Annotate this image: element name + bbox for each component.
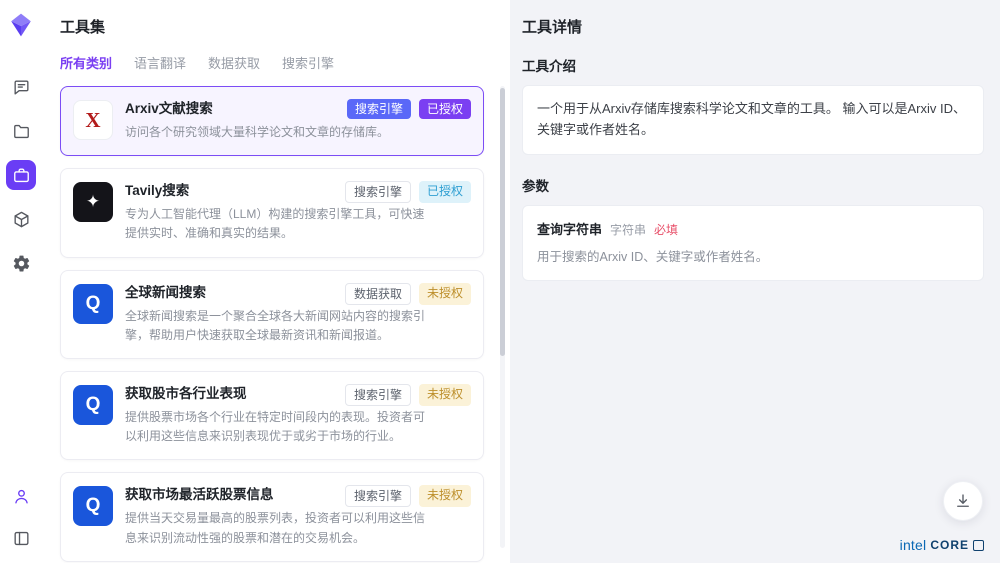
core-wordmark: CORE bbox=[930, 538, 969, 552]
tab-search-engine[interactable]: 搜索引擎 bbox=[282, 53, 334, 72]
tool-card-tavily[interactable]: ✦ Tavily搜索 专为人工智能代理（LLM）构建的搜索引擎工具，可快速提供实… bbox=[60, 168, 484, 257]
sidebar-nav bbox=[6, 72, 36, 278]
category-badge: 搜索引擎 bbox=[345, 384, 411, 406]
tool-description: 访问各个研究领域大量科学论文和文章的存储库。 bbox=[125, 123, 425, 142]
sidebar-item-packages[interactable] bbox=[6, 204, 36, 234]
gear-icon bbox=[12, 254, 31, 273]
folder-icon bbox=[12, 122, 31, 141]
sidebar-item-account[interactable] bbox=[6, 481, 36, 511]
q-glyph: Q bbox=[86, 293, 101, 315]
category-badge: 搜索引擎 bbox=[345, 181, 411, 203]
tool-badges: 搜索引擎 未授权 bbox=[345, 485, 471, 507]
sidebar-rail bbox=[0, 0, 42, 563]
intro-heading: 工具介绍 bbox=[522, 55, 984, 75]
active-stocks-logo-icon: Q bbox=[73, 486, 113, 526]
core-badge-box bbox=[973, 540, 984, 551]
tool-description: 全球新闻搜索是一个聚合全球各大新闻网站内容的搜索引擎，帮助用户快速获取全球最新资… bbox=[125, 307, 425, 345]
sidebar-item-files[interactable] bbox=[6, 116, 36, 146]
param-required-flag: 必填 bbox=[654, 221, 678, 238]
tool-badges: 搜索引擎 已授权 bbox=[347, 99, 471, 119]
sidebar-item-collapse[interactable] bbox=[6, 523, 36, 553]
intel-wordmark: intel bbox=[900, 537, 927, 553]
category-badge: 搜索引擎 bbox=[345, 485, 411, 507]
sidebar-item-chat[interactable] bbox=[6, 72, 36, 102]
details-title: 工具详情 bbox=[522, 16, 984, 37]
arxiv-logo-icon: X bbox=[73, 100, 113, 140]
tab-all-categories[interactable]: 所有类别 bbox=[60, 53, 112, 72]
global-news-logo-icon: Q bbox=[73, 284, 113, 324]
q-glyph: Q bbox=[86, 394, 101, 416]
tool-description: 提供当天交易量最高的股票列表，投资者可以利用这些信息来识别流动性强的股票和潜在的… bbox=[125, 509, 425, 547]
app-logo[interactable] bbox=[8, 12, 34, 38]
category-tabs: 所有类别 语言翻译 数据获取 搜索引擎 bbox=[60, 53, 484, 72]
param-description: 用于搜索的Arxiv ID、关键字或作者姓名。 bbox=[537, 247, 969, 267]
sidebar-item-settings[interactable] bbox=[6, 248, 36, 278]
tavily-glyph: ✦ bbox=[86, 192, 100, 212]
category-badge: 搜索引擎 bbox=[347, 99, 411, 119]
tool-badges: 搜索引擎 未授权 bbox=[345, 384, 471, 406]
download-button[interactable] bbox=[943, 481, 983, 521]
app-window: 工具集 所有类别 语言翻译 数据获取 搜索引擎 X Arxiv文献搜索 访问各个… bbox=[0, 0, 1000, 563]
sidebar-item-tools[interactable] bbox=[6, 160, 36, 190]
auth-status-badge: 未授权 bbox=[419, 384, 471, 406]
chat-icon bbox=[12, 78, 31, 97]
params-heading: 参数 bbox=[522, 175, 984, 195]
auth-status-badge: 已授权 bbox=[419, 181, 471, 203]
param-row: 查询字符串 字符串 必填 bbox=[537, 219, 969, 238]
tools-panel-title: 工具集 bbox=[60, 16, 484, 37]
auth-status-badge: 未授权 bbox=[419, 283, 471, 305]
user-icon bbox=[12, 487, 31, 506]
tools-panel: 工具集 所有类别 语言翻译 数据获取 搜索引擎 X Arxiv文献搜索 访问各个… bbox=[42, 0, 510, 563]
panel-layout-icon bbox=[12, 529, 31, 548]
tool-card-global-news[interactable]: Q 全球新闻搜索 全球新闻搜索是一个聚合全球各大新闻网站内容的搜索引擎，帮助用户… bbox=[60, 270, 484, 359]
scrollbar-thumb[interactable] bbox=[500, 88, 505, 356]
intel-core-logo: intel CORE bbox=[900, 537, 984, 553]
tab-data-acquisition[interactable]: 数据获取 bbox=[208, 53, 260, 72]
param-card: 查询字符串 字符串 必填 用于搜索的Arxiv ID、关键字或作者姓名。 bbox=[522, 205, 984, 281]
q-glyph: Q bbox=[86, 495, 101, 517]
download-icon bbox=[954, 492, 972, 510]
sidebar-bottom bbox=[6, 481, 36, 553]
intro-text: 一个用于从Arxiv存储库搜索科学论文和文章的工具。 输入可以是Arxiv ID… bbox=[537, 99, 969, 141]
briefcase-icon bbox=[12, 166, 31, 185]
auth-status-badge: 已授权 bbox=[419, 99, 471, 119]
category-badge: 数据获取 bbox=[345, 283, 411, 305]
tool-card-active-stocks[interactable]: Q 获取市场最活跃股票信息 提供当天交易量最高的股票列表，投资者可以利用这些信息… bbox=[60, 472, 484, 561]
tool-card-stock-sectors[interactable]: Q 获取股市各行业表现 提供股票市场各个行业在特定时间段内的表现。投资者可以利用… bbox=[60, 371, 484, 460]
arxiv-glyph: X bbox=[85, 108, 100, 133]
cube-icon bbox=[12, 210, 31, 229]
tool-badges: 数据获取 未授权 bbox=[345, 283, 471, 305]
tool-badges: 搜索引擎 已授权 bbox=[345, 181, 471, 203]
gem-logo-icon bbox=[8, 12, 34, 38]
tool-description: 提供股票市场各个行业在特定时间段内的表现。投资者可以利用这些信息来识别表现优于或… bbox=[125, 408, 425, 446]
intro-card: 一个用于从Arxiv存储库搜索科学论文和文章的工具。 输入可以是Arxiv ID… bbox=[522, 85, 984, 155]
tool-details-panel: 工具详情 工具介绍 一个用于从Arxiv存储库搜索科学论文和文章的工具。 输入可… bbox=[510, 0, 1000, 563]
tavily-logo-icon: ✦ bbox=[73, 182, 113, 222]
param-type: 字符串 bbox=[610, 221, 646, 238]
tool-description: 专为人工智能代理（LLM）构建的搜索引擎工具，可快速提供实时、准确和真实的结果。 bbox=[125, 205, 425, 243]
tool-card-arxiv[interactable]: X Arxiv文献搜索 访问各个研究领域大量科学论文和文章的存储库。 搜索引擎 … bbox=[60, 86, 484, 156]
tool-list: X Arxiv文献搜索 访问各个研究领域大量科学论文和文章的存储库。 搜索引擎 … bbox=[60, 86, 484, 563]
tab-language-translation[interactable]: 语言翻译 bbox=[134, 53, 186, 72]
stock-sector-logo-icon: Q bbox=[73, 385, 113, 425]
param-name: 查询字符串 bbox=[537, 219, 602, 238]
auth-status-badge: 未授权 bbox=[419, 485, 471, 507]
